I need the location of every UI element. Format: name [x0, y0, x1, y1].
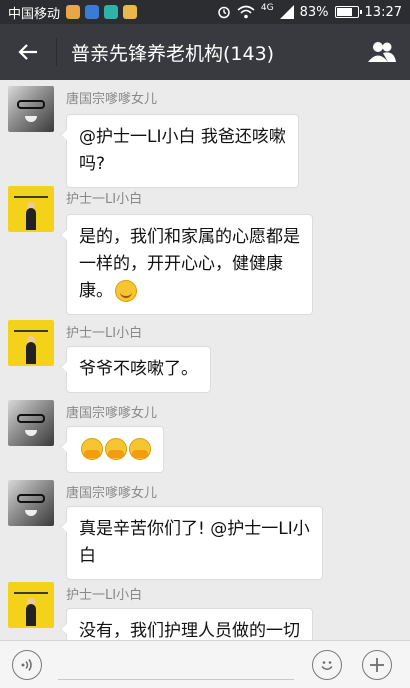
sender-name: 护士一LI小白: [66, 192, 143, 207]
emoji-button[interactable]: [312, 649, 342, 680]
group-members-icon: [368, 42, 396, 62]
nurse-avatar[interactable]: [8, 186, 54, 232]
network-type: 4G: [260, 3, 274, 13]
nurse-avatar[interactable]: [8, 320, 54, 366]
message-bubble[interactable]: 真是辛苦你们了! @护士一LI小 白: [60, 506, 323, 580]
message-line: 爷爷不咳嗽了。: [79, 359, 198, 379]
sender-name: 唐国宗嗲嗲女儿: [66, 406, 158, 421]
message-line: 是的，我们和家属的心愿都是: [79, 227, 300, 247]
message-line: 真是辛苦你们了! @护士一LI小: [79, 519, 310, 539]
message-bubble[interactable]: [60, 426, 164, 473]
signal-icon: [279, 5, 294, 19]
status-bar: 中国移动 4G 83% 13:27: [0, 0, 410, 24]
group-members-button[interactable]: [354, 24, 410, 80]
message-line: 吗?: [79, 154, 106, 174]
notification-app-icon: [66, 5, 81, 19]
chat-message: 护士一LI小白 没有，我们护理人员做的一切: [8, 582, 402, 640]
emoji-face-icon: [321, 660, 333, 670]
message-input-bar: [0, 640, 410, 688]
voice-icon: [21, 658, 32, 671]
hug-emoji-icon: [105, 438, 127, 460]
chat-message: 护士一LI小白 是的，我们和家属的心愿都是 一样的，开开心心，健健康 康。: [8, 186, 402, 315]
more-options-button[interactable]: [362, 649, 392, 680]
chat-header: 普亲先锋养老机构(143): [0, 24, 410, 80]
message-bubble[interactable]: 是的，我们和家属的心愿都是 一样的，开开心心，健健康 康。: [60, 214, 313, 315]
back-arrow-icon: [18, 44, 37, 60]
header-divider: [56, 38, 57, 66]
notification-message-icon: [85, 5, 100, 19]
smile-emoji-icon: [115, 280, 137, 302]
sender-name: 护士一LI小白: [66, 588, 143, 603]
message-line: 没有，我们护理人员做的一切: [79, 621, 300, 640]
notification-security-icon: [104, 5, 119, 19]
battery-percent: 83%: [299, 4, 329, 20]
message-line: 白: [79, 546, 96, 566]
sender-name: 护士一LI小白: [66, 326, 143, 341]
chat-message: 唐国宗嗲嗲女儿 @护士一LI小白 我爸还咳嗽 吗?: [8, 86, 402, 188]
message-line: @护士一LI小白 我爸还咳嗽: [79, 127, 286, 147]
chat-message: 唐国宗嗲嗲女儿: [8, 400, 402, 473]
wifi-icon: [237, 5, 255, 19]
message-bubble[interactable]: @护士一LI小白 我爸还咳嗽 吗?: [60, 114, 299, 188]
sender-name: 唐国宗嗲嗲女儿: [66, 486, 158, 501]
alarm-icon: [218, 6, 230, 19]
baby-glasses-avatar[interactable]: [8, 86, 54, 132]
chat-message-list[interactable]: 唐国宗嗲嗲女儿 @护士一LI小白 我爸还咳嗽 吗? 护士一LI小白 是的，我们和…: [0, 80, 410, 640]
battery-icon: [334, 6, 362, 18]
carrier-name: 中国移动: [8, 6, 61, 22]
chat-message: 唐国宗嗲嗲女儿 真是辛苦你们了! @护士一LI小 白: [8, 480, 402, 580]
nurse-avatar[interactable]: [8, 582, 54, 628]
hug-emoji-icon: [81, 438, 103, 460]
baby-glasses-avatar[interactable]: [8, 400, 54, 446]
hug-emoji-icon: [129, 438, 151, 460]
message-line: 一样的，开开心心，健健康: [79, 254, 283, 274]
clock-time: 13:27: [364, 4, 402, 20]
message-bubble[interactable]: 爷爷不咳嗽了。: [60, 346, 211, 393]
notification-account-icon: [123, 5, 138, 19]
message-line: 康。: [79, 281, 113, 301]
baby-glasses-avatar[interactable]: [8, 480, 54, 526]
voice-input-button[interactable]: [12, 649, 42, 680]
chat-message: 护士一LI小白 爷爷不咳嗽了。: [8, 320, 402, 393]
chat-title: 普亲先锋养老机构(143): [71, 42, 275, 65]
message-text-field[interactable]: [58, 650, 294, 680]
back-button[interactable]: [0, 24, 56, 80]
sender-name: 唐国宗嗲嗲女儿: [66, 92, 158, 107]
plus-icon: [370, 657, 384, 672]
message-bubble[interactable]: 没有，我们护理人员做的一切: [60, 608, 313, 640]
